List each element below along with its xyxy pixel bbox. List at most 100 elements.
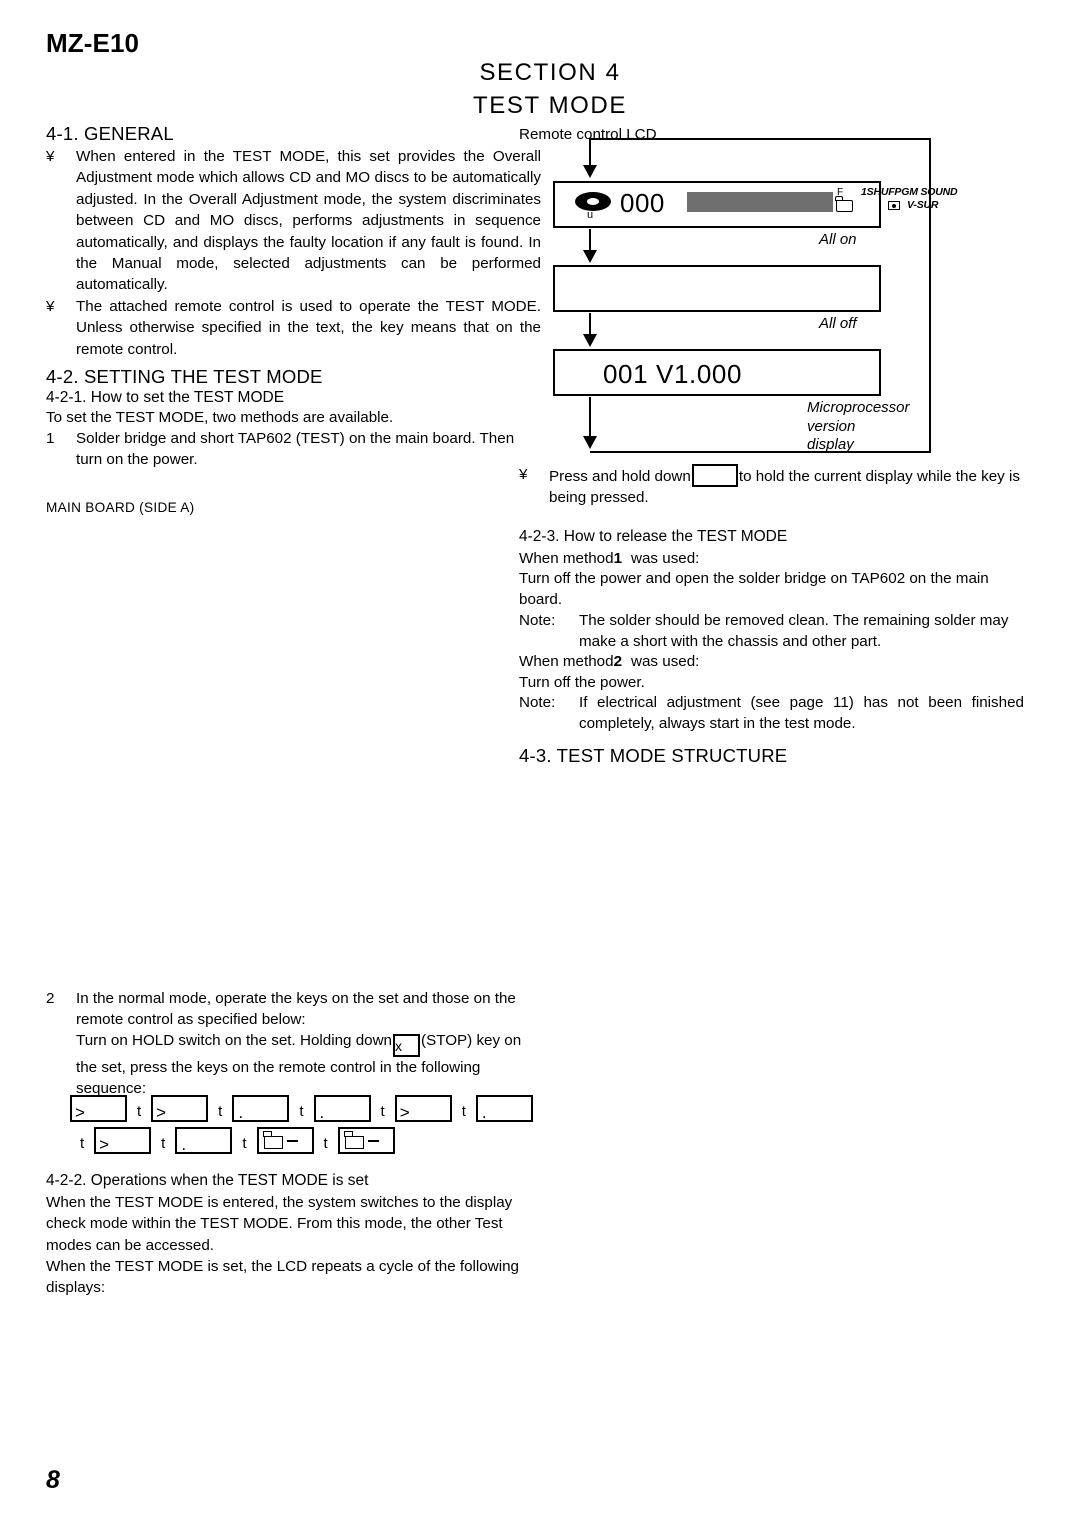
stop-glyph-icon: x: [395, 1038, 403, 1054]
release-method-1-line: When method1 was used:: [519, 548, 1024, 569]
lcd-box-all-on: u 000 F 1SHUFPGM SOUND V-SUR: [553, 181, 958, 228]
step-number: 2: [46, 990, 55, 1007]
arrow-line-box3-loop: [589, 397, 591, 439]
heading-4-1-general: 4-1. GENERAL: [46, 123, 174, 144]
setting-intro-text: To set the TEST MODE, two methods are av…: [46, 409, 394, 426]
lcd-version-text: 001 V1.000: [603, 359, 743, 389]
operations-paragraph-2: When the TEST MODE is set, the LCD repea…: [46, 1258, 519, 1297]
lcd-indicator-top: 1SHUFPGM SOUND: [861, 186, 958, 198]
key-symbol-prev[interactable]: .: [175, 1127, 233, 1154]
bullet-marker: ¥: [519, 466, 528, 483]
hold-switch-text: Turn on HOLD switch on the set. Holding …: [76, 1032, 393, 1049]
note-1-text: The solder should be removed clean. The …: [579, 612, 1009, 651]
arrowhead-box1-box2: [583, 250, 597, 263]
hold-display-bullet: ¥ Press and hold down to hold the current…: [519, 464, 1024, 509]
general-bullet-2: ¥ The attached remote control is used to…: [46, 296, 541, 360]
bullet-marker: ¥: [46, 148, 55, 165]
next-glyph-icon: >: [75, 1103, 85, 1122]
lcd-track-number: 000: [620, 188, 665, 218]
prev-glyph-icon: .: [181, 1135, 187, 1154]
sequence-arrow: t: [80, 1135, 85, 1152]
label-all-off: All off: [819, 315, 857, 332]
lcd-level-bar: [687, 192, 833, 212]
sequence-arrow: t: [161, 1135, 166, 1152]
lcd-u-label: u: [587, 209, 594, 221]
dash-glyph-icon: [286, 1140, 298, 1142]
folder-icon: [835, 196, 853, 212]
key-symbol-next[interactable]: >: [394, 1095, 452, 1122]
label-line-2: version: [807, 417, 856, 435]
key-symbol-next[interactable]: >: [151, 1095, 209, 1122]
loop-top-line: [590, 138, 931, 140]
heading-4-2-2: 4-2-2. Operations when the TEST MODE is …: [46, 1172, 369, 1189]
heading-4-2-setting: 4-2. SETTING THE TEST MODE: [46, 366, 323, 387]
sequence-arrow: t: [242, 1135, 247, 1152]
general-bullet-2-text: The attached remote control is used to o…: [76, 298, 541, 358]
operations-paragraph-1: When the TEST MODE is entered, the syste…: [46, 1194, 513, 1254]
key-symbol-display[interactable]: [256, 1127, 314, 1154]
section-name-line: TEST MODE: [473, 92, 627, 119]
release-method-2-body: Turn off the power.: [519, 674, 645, 691]
key-symbol-prev[interactable]: .: [475, 1095, 533, 1122]
method-1-prefix: When method: [519, 550, 614, 567]
lcd-box-version: 001 V1.000: [553, 349, 881, 396]
label-microprocessor-version-display: Microprocessor version display: [807, 399, 910, 455]
folder-glyph-icon: [343, 1131, 364, 1149]
lcd-indicator-bottom: V-SUR: [907, 199, 939, 211]
method-2-number: 2: [613, 653, 623, 670]
method-2-text: In the normal mode, operate the keys on …: [76, 990, 516, 1029]
note-label: Note:: [519, 694, 556, 711]
stop-key-symbol: x: [393, 1034, 421, 1057]
step-number: 1: [46, 430, 55, 447]
method-2-prefix: When method: [519, 653, 614, 670]
method-1-number: 1: [613, 550, 623, 567]
next-glyph-icon: >: [399, 1103, 410, 1122]
note-2-text: If electrical adjustment (see page 11) h…: [579, 694, 1024, 733]
release-note-2: Note: If electrical adjustment (see page…: [519, 692, 1024, 735]
main-board-label: MAIN BOARD (SIDE A): [46, 500, 195, 515]
key-symbol-display[interactable]: [337, 1127, 395, 1154]
key-symbol-prev[interactable]: .: [313, 1095, 371, 1122]
bullet-marker: ¥: [46, 298, 55, 315]
arrow-line-into-box1: [589, 138, 591, 168]
dash-glyph-icon: [367, 1140, 379, 1142]
label-all-on: All on: [819, 231, 857, 248]
section-heading: SECTION 4 TEST MODE: [340, 56, 760, 122]
label-line-3: display: [807, 436, 854, 453]
heading-4-2-1: 4-2-1. How to set the TEST MODE: [46, 389, 285, 406]
key-sequence-row-2: t > t. t t: [70, 1122, 540, 1164]
method-2-suffix: was used:: [631, 653, 700, 670]
display-key-symbol[interactable]: [691, 464, 738, 487]
page-title: MZ-E10: [46, 28, 140, 58]
method-1-step: 1 Solder bridge and short TAP602 (TEST) …: [46, 428, 541, 471]
section-number-line: SECTION 4: [479, 59, 621, 86]
test-mode-display-flowchart: u 000 F 1SHUFPGM SOUND V-SUR All on All …: [519, 125, 979, 470]
arrowhead-box3-loop: [583, 436, 597, 449]
prev-glyph-icon: .: [319, 1103, 325, 1122]
release-method-1-body: Turn off the power and open the solder b…: [519, 570, 989, 609]
key-symbol-next[interactable]: >: [70, 1095, 127, 1122]
next-glyph-icon: >: [156, 1103, 167, 1122]
label-line-1: Microprocessor: [807, 399, 910, 416]
key-symbol-prev[interactable]: .: [232, 1095, 290, 1122]
release-note-1: Note: The solder should be removed clean…: [519, 610, 1024, 653]
stop-label: (STOP): [421, 1032, 473, 1049]
page-number: 8: [46, 1466, 60, 1494]
method-2-step: 2 In the normal mode, operate the keys o…: [46, 988, 541, 1031]
vsur-dot-icon: [888, 201, 900, 210]
heading-4-2-3: 4-2-3. How to release the TEST MODE: [519, 528, 788, 545]
hold-text-before: Press and hold down: [549, 468, 691, 485]
general-bullet-1: ¥ When entered in the TEST MODE, this se…: [46, 146, 541, 296]
key-symbol-next[interactable]: >: [94, 1127, 152, 1154]
general-bullet-1-text: When entered in the TEST MODE, this set …: [76, 148, 541, 294]
folder-glyph-icon: [262, 1131, 283, 1149]
prev-glyph-icon: .: [238, 1103, 244, 1122]
arrowhead-box2-box3: [583, 334, 597, 347]
method-1-suffix: was used:: [631, 550, 700, 567]
arrowhead-into-box1: [583, 165, 597, 178]
note-label: Note:: [519, 612, 556, 629]
sequence-arrow: t: [323, 1135, 328, 1152]
disc-icon: [575, 192, 611, 211]
manual-page: MZ-E10 SECTION 4 TEST MODE 4-1. GENERAL …: [0, 0, 1080, 1528]
lcd-box-all-off: [553, 265, 881, 312]
